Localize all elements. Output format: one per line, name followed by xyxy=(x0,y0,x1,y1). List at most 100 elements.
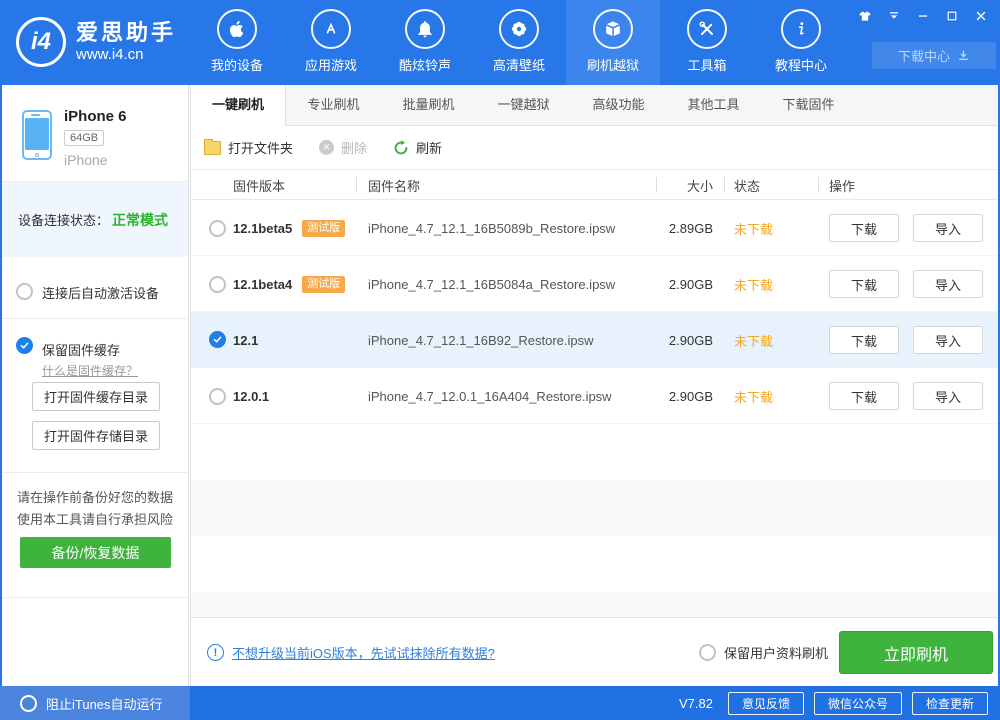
window-controls xyxy=(857,8,988,23)
download-button[interactable]: 下载 xyxy=(829,214,899,242)
refresh-button[interactable]: 刷新 xyxy=(393,138,442,157)
table-row[interactable]: 12.0.1 iPhone_4.7_12.0.1_16A404_Restore.… xyxy=(191,368,998,424)
empty-stripe xyxy=(191,480,998,536)
collapse-icon[interactable] xyxy=(886,8,901,23)
device-name: iPhone 6 xyxy=(64,108,127,125)
delete-button[interactable]: ✕ 删除 xyxy=(319,138,367,157)
info-icon xyxy=(781,9,821,49)
nav-item-ringtones[interactable]: 酷炫铃声 xyxy=(378,0,472,85)
tab-pro-flash[interactable]: 专业刷机 xyxy=(286,85,381,125)
row-radio[interactable] xyxy=(209,388,226,405)
flash-now-button[interactable]: 立即刷机 xyxy=(839,631,993,674)
backup-warning-line2: 使用本工具请自行承担风险 xyxy=(2,509,188,528)
import-button[interactable]: 导入 xyxy=(913,382,983,410)
tab-advanced[interactable]: 高级功能 xyxy=(571,85,666,125)
cache-help-link[interactable]: 什么是固件缓存？ xyxy=(42,362,138,379)
row-radio[interactable] xyxy=(209,220,226,237)
check-update-button[interactable]: 检查更新 xyxy=(912,692,988,715)
keep-cache-checkbox[interactable] xyxy=(16,337,33,354)
column-separator xyxy=(724,177,725,192)
logo-mark-text: i4 xyxy=(31,28,51,56)
minimize-icon[interactable] xyxy=(915,8,930,23)
import-button[interactable]: 导入 xyxy=(913,270,983,298)
tab-one-click-jailbreak[interactable]: 一键越狱 xyxy=(476,85,571,125)
col-firmware-name: 固件名称 xyxy=(368,176,420,195)
firmware-version: 12.0.1 xyxy=(233,389,269,404)
keep-user-data-option: 保留用户资料刷机 xyxy=(699,618,828,687)
firmware-version: 12.1 xyxy=(233,333,258,348)
nav-item-apps-games[interactable]: 应用游戏 xyxy=(284,0,378,85)
firmware-size: 2.90GB xyxy=(631,368,713,424)
column-separator xyxy=(356,177,357,192)
wechat-account-button[interactable]: 微信公众号 xyxy=(814,692,902,715)
nav-label: 我的设备 xyxy=(211,55,263,74)
download-button[interactable]: 下载 xyxy=(829,270,899,298)
col-status: 状态 xyxy=(734,176,760,195)
backup-warning-line1: 请在操作前备份好您的数据 xyxy=(2,487,188,506)
skin-tshirt-icon[interactable] xyxy=(857,8,872,23)
nav-label: 应用游戏 xyxy=(305,55,357,74)
table-row[interactable]: 12.1beta5测试版 iPhone_4.7_12.1_16B5089b_Re… xyxy=(191,200,998,256)
status-bar-left: 阻止iTunes自动运行 xyxy=(0,686,190,720)
header: i4 爱思助手 www.i4.cn 我的设备 应用游戏 酷炫铃声 高清壁纸 xyxy=(0,0,1000,85)
flower-icon xyxy=(499,9,539,49)
backup-restore-button[interactable]: 备份/恢复数据 xyxy=(20,537,171,568)
firmware-status: 未下载 xyxy=(734,368,773,424)
divider xyxy=(2,472,188,473)
empty-stripe xyxy=(191,424,998,480)
firmware-name: iPhone_4.7_12.0.1_16A404_Restore.ipsw xyxy=(368,368,612,424)
block-itunes-radio[interactable] xyxy=(20,695,37,712)
firmware-name: iPhone_4.7_12.1_16B92_Restore.ipsw xyxy=(368,312,594,368)
download-button[interactable]: 下载 xyxy=(829,382,899,410)
tab-other-tools[interactable]: 其他工具 xyxy=(666,85,761,125)
open-storage-dir-button[interactable]: 打开固件存储目录 xyxy=(32,421,160,450)
feedback-button[interactable]: 意见反馈 xyxy=(728,692,804,715)
row-radio[interactable] xyxy=(209,276,226,293)
row-radio-checked[interactable] xyxy=(209,331,226,348)
auto-activate-radio[interactable] xyxy=(16,283,33,300)
apple-icon xyxy=(217,9,257,49)
tab-one-click-flash[interactable]: 一键刷机 xyxy=(191,85,286,126)
open-folder-label: 打开文件夹 xyxy=(228,138,293,157)
keep-user-data-radio[interactable] xyxy=(699,644,716,661)
nav-label: 刷机越狱 xyxy=(587,55,639,74)
tab-download-firmware[interactable]: 下载固件 xyxy=(761,85,856,125)
nav-item-tutorials[interactable]: 教程中心 xyxy=(754,0,848,85)
download-center-button[interactable]: 下载中心 xyxy=(872,42,996,69)
nav-label: 高清壁纸 xyxy=(493,55,545,74)
app-url: www.i4.cn xyxy=(76,46,176,63)
empty-stripe xyxy=(191,592,998,620)
nav-item-wallpapers[interactable]: 高清壁纸 xyxy=(472,0,566,85)
keep-user-data-label: 保留用户资料刷机 xyxy=(724,643,828,662)
divider xyxy=(2,318,188,319)
firmware-list: 12.1beta5测试版 iPhone_4.7_12.1_16B5089b_Re… xyxy=(191,200,998,620)
open-cache-dir-button[interactable]: 打开固件缓存目录 xyxy=(32,382,160,411)
close-icon[interactable] xyxy=(973,8,988,23)
firmware-size: 2.89GB xyxy=(631,200,713,256)
nav-item-my-devices[interactable]: 我的设备 xyxy=(190,0,284,85)
app-window: i4 爱思助手 www.i4.cn 我的设备 应用游戏 酷炫铃声 高清壁纸 xyxy=(0,0,1000,720)
toolbox-icon xyxy=(687,9,727,49)
open-folder-button[interactable]: 打开文件夹 xyxy=(204,138,293,157)
table-row[interactable]: 12.1beta4测试版 iPhone_4.7_12.1_16B5084a_Re… xyxy=(191,256,998,312)
download-button[interactable]: 下载 xyxy=(829,326,899,354)
tab-batch-flash[interactable]: 批量刷机 xyxy=(381,85,476,125)
import-button[interactable]: 导入 xyxy=(913,326,983,354)
firmware-status: 未下载 xyxy=(734,200,773,256)
check-icon xyxy=(212,334,223,345)
toolbar: 打开文件夹 ✕ 删除 刷新 xyxy=(191,126,998,169)
erase-all-data-link[interactable]: 不想升级当前iOS版本，先试试抹除所有数据? xyxy=(232,643,495,662)
nav-item-toolbox[interactable]: 工具箱 xyxy=(660,0,754,85)
maximize-icon[interactable] xyxy=(944,8,959,23)
delete-icon: ✕ xyxy=(319,140,334,155)
refresh-icon xyxy=(393,140,409,156)
folder-icon xyxy=(204,141,221,155)
check-icon xyxy=(19,340,30,351)
import-button[interactable]: 导入 xyxy=(913,214,983,242)
device-model: iPhone xyxy=(64,152,108,168)
nav-item-flash-jailbreak[interactable]: 刷机越狱 xyxy=(566,0,660,85)
main-nav: 我的设备 应用游戏 酷炫铃声 高清壁纸 刷机越狱 工具箱 xyxy=(190,0,848,85)
nav-label: 工具箱 xyxy=(687,55,726,74)
nav-label: 酷炫铃声 xyxy=(399,55,451,74)
table-row-selected[interactable]: 12.1 iPhone_4.7_12.1_16B92_Restore.ipsw … xyxy=(191,312,998,368)
